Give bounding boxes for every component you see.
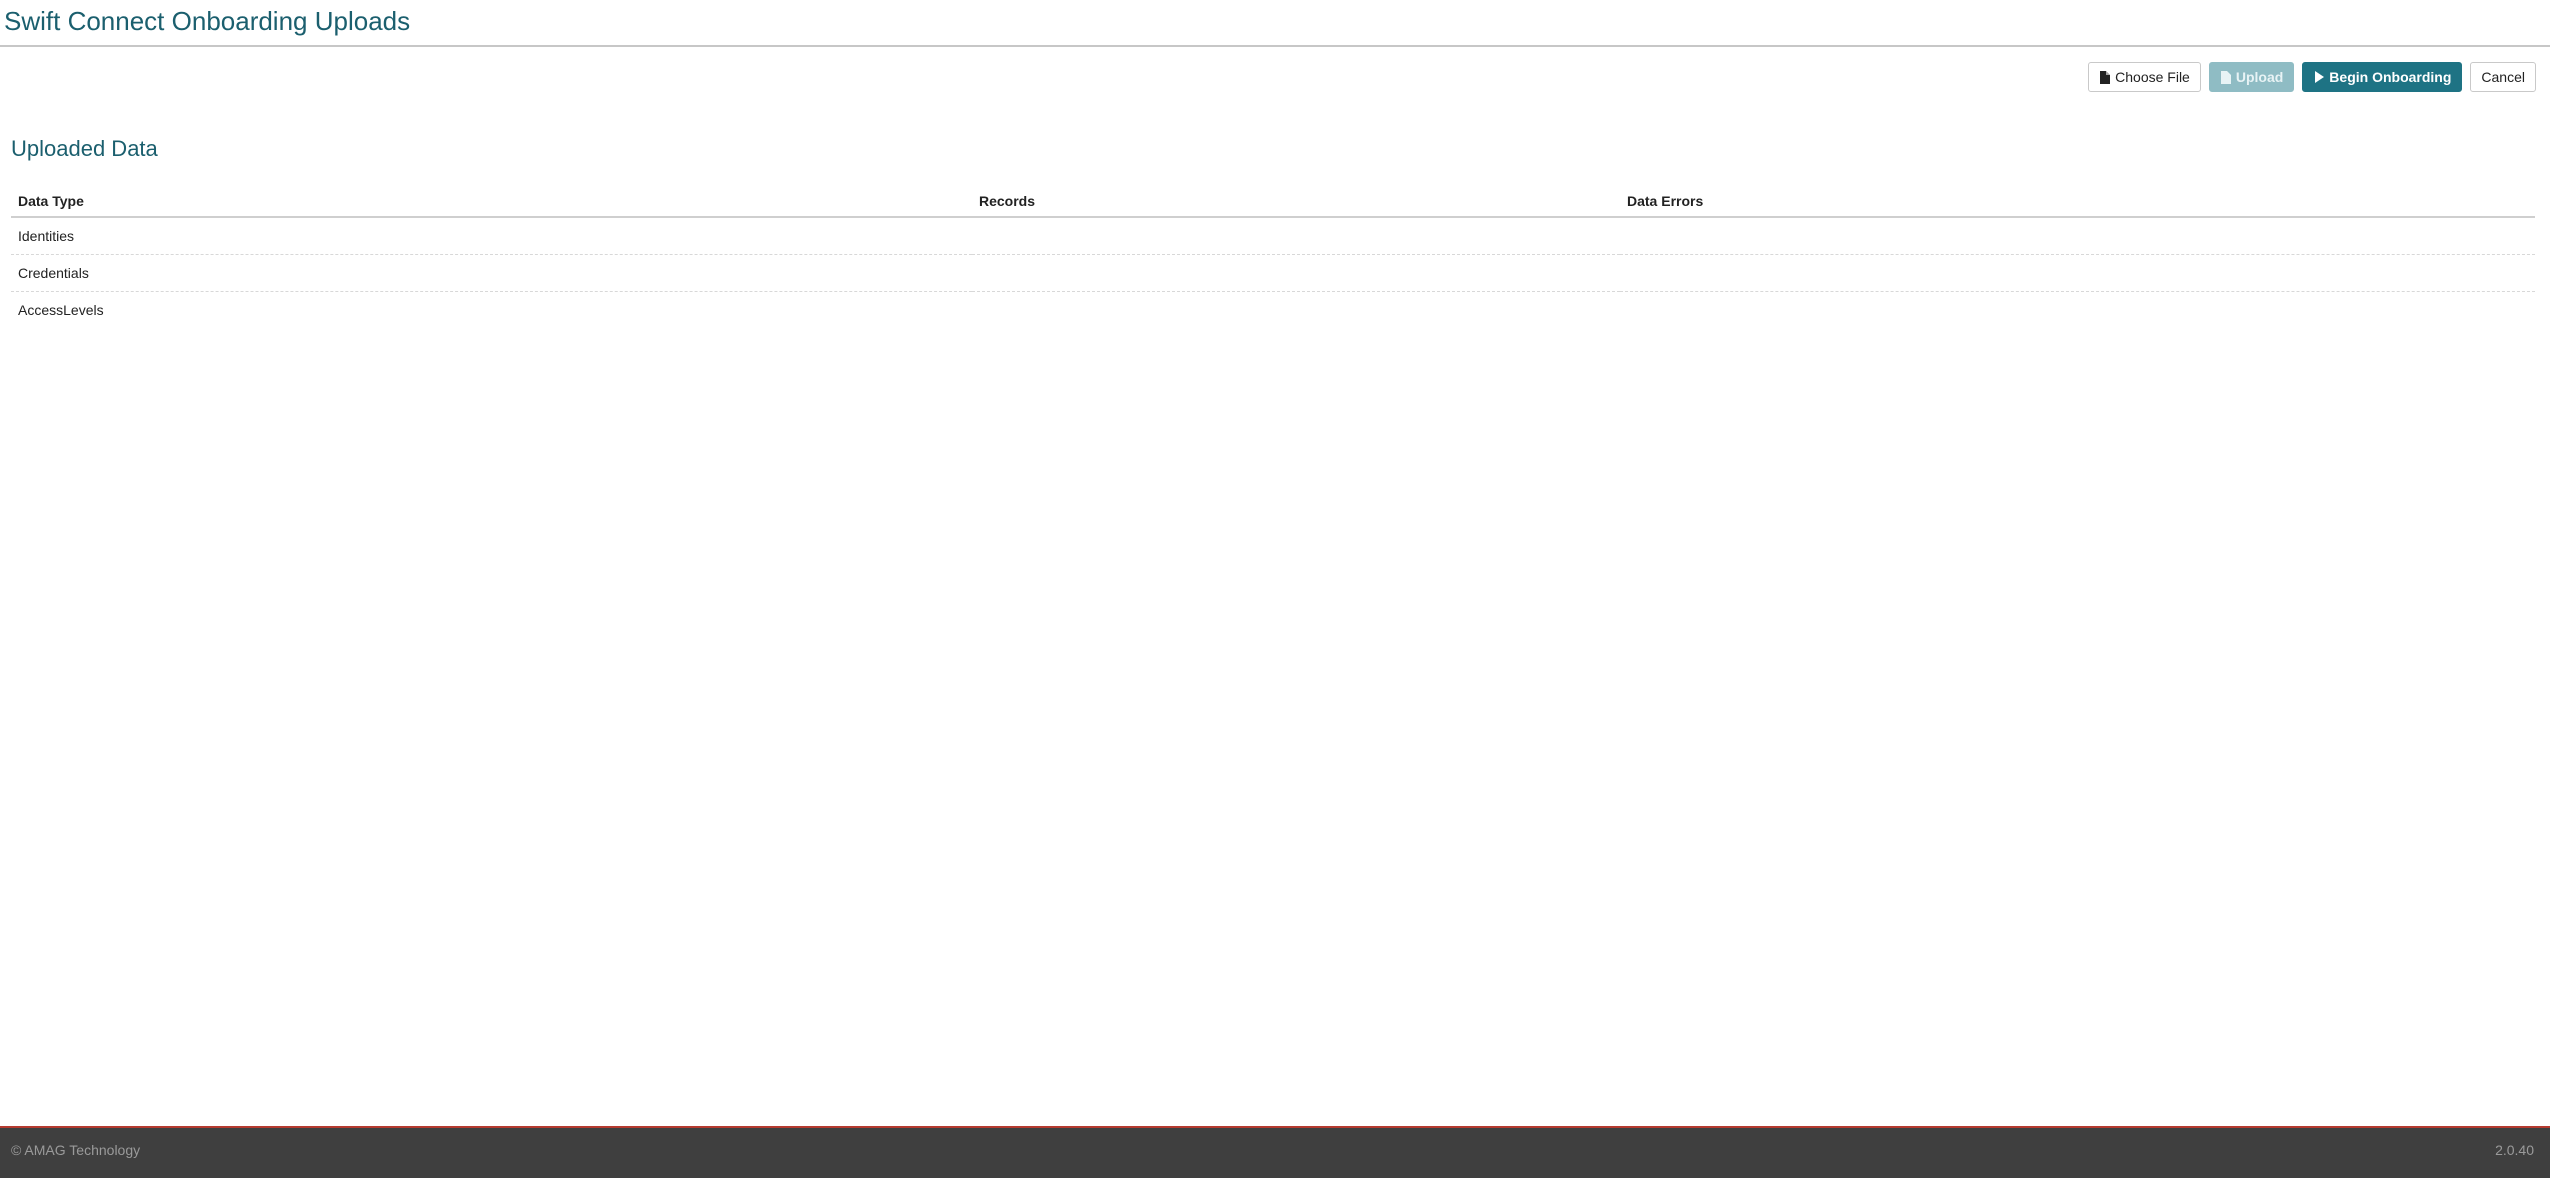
cancel-label: Cancel (2481, 69, 2525, 85)
footer: © AMAG Technology 2.0.40 (0, 1126, 2550, 1178)
upload-button[interactable]: Upload (2208, 62, 2295, 92)
begin-onboarding-label: Begin Onboarding (2329, 69, 2452, 85)
file-icon (2220, 70, 2232, 84)
column-header-records[interactable]: Records (972, 186, 1620, 218)
table-row[interactable]: AccessLevels (11, 292, 2535, 329)
column-header-data-errors[interactable]: Data Errors (1620, 186, 2535, 218)
table-row[interactable]: Identities (11, 217, 2535, 255)
cell-data-type: Identities (11, 217, 972, 255)
cell-data-errors (1620, 254, 2535, 292)
cell-records (972, 254, 1620, 292)
version-text: 2.0.40 (2495, 1142, 2534, 1158)
uploaded-data-table: Data Type Records Data Errors Identities… (11, 186, 2535, 328)
cell-records (972, 292, 1620, 329)
file-icon (2099, 70, 2111, 84)
page-title: Swift Connect Onboarding Uploads (4, 6, 411, 36)
table-header-row: Data Type Records Data Errors (11, 186, 2535, 218)
upload-label: Upload (2235, 69, 2284, 85)
play-icon (2313, 70, 2325, 84)
choose-file-button[interactable]: Choose File (2088, 62, 2201, 92)
begin-onboarding-button[interactable]: Begin Onboarding (2302, 62, 2463, 92)
title-bar: Swift Connect Onboarding Uploads (0, 0, 2550, 47)
cell-records (972, 217, 1620, 255)
cancel-button[interactable]: Cancel (2470, 62, 2536, 92)
cell-data-type: AccessLevels (18, 302, 104, 318)
cell-data-errors (1620, 292, 2535, 329)
cell-data-errors (1620, 217, 2535, 255)
page: Swift Connect Onboarding Uploads Choose … (0, 0, 2550, 1178)
choose-file-label: Choose File (2115, 69, 2190, 85)
column-header-data-type[interactable]: Data Type (11, 186, 972, 218)
toolbar: Choose File Upload Begin Onboarding Canc… (2088, 62, 2536, 92)
table-row[interactable]: Credentials (11, 254, 2535, 292)
cell-data-type: Credentials (11, 254, 972, 292)
copyright-text: © AMAG Technology (11, 1142, 141, 1158)
section-title: Uploaded Data (11, 136, 158, 161)
